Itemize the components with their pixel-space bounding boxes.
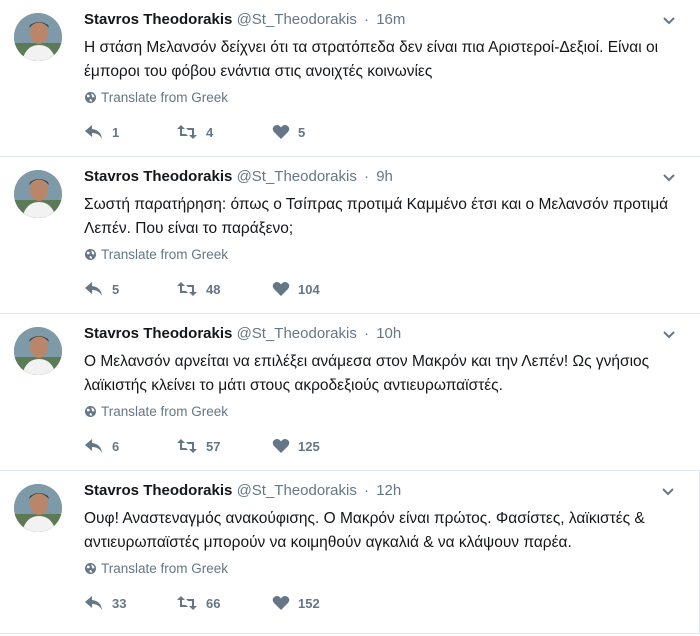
heart-icon bbox=[272, 282, 290, 296]
reply-button[interactable]: 6 bbox=[84, 438, 119, 454]
retweet-icon bbox=[177, 125, 197, 139]
chevron-down-icon[interactable] bbox=[661, 485, 675, 499]
retweet-button[interactable]: 66 bbox=[176, 595, 220, 611]
like-button[interactable]: 104 bbox=[272, 281, 320, 297]
tweet-time[interactable]: 10h bbox=[376, 325, 401, 342]
reply-count: 1 bbox=[112, 124, 120, 140]
separator-dot: · bbox=[364, 325, 370, 342]
tweet-header: Stavros Theodorakis @St_Theodorakis · 10… bbox=[84, 325, 401, 342]
like-count: 152 bbox=[298, 595, 320, 611]
retweet-button[interactable]: 4 bbox=[176, 124, 213, 140]
tweet[interactable]: Stavros Theodorakis @St_Theodorakis · 10… bbox=[0, 314, 700, 471]
separator-dot: · bbox=[364, 168, 370, 185]
reply-count: 5 bbox=[112, 281, 120, 297]
retweet-count: 57 bbox=[206, 438, 221, 454]
heart-icon bbox=[272, 125, 290, 139]
retweet-icon bbox=[177, 596, 197, 610]
reply-count: 33 bbox=[112, 595, 127, 611]
globe-icon bbox=[85, 406, 96, 417]
reply-icon bbox=[85, 125, 102, 139]
heart-icon bbox=[272, 596, 290, 610]
reply-icon bbox=[85, 282, 102, 296]
tweet-text: Ουφ! Αναστεναγμός ανακούφισης. Ο Μακρόν … bbox=[84, 510, 645, 551]
heart-icon bbox=[272, 439, 290, 453]
retweet-count: 66 bbox=[206, 595, 221, 611]
tweet-header: Stavros Theodorakis @St_Theodorakis · 9h bbox=[84, 168, 393, 185]
tweet[interactable]: Stavros Theodorakis @St_Theodorakis · 16… bbox=[0, 0, 700, 157]
translate-link[interactable]: Translate from Greek bbox=[84, 561, 228, 576]
retweet-button[interactable]: 48 bbox=[176, 281, 220, 297]
reply-icon bbox=[85, 596, 102, 610]
retweet-count: 4 bbox=[206, 124, 214, 140]
translate-label[interactable]: Translate from Greek bbox=[101, 247, 228, 262]
author-handle[interactable]: @St_Theodorakis bbox=[237, 482, 357, 499]
retweet-icon bbox=[177, 439, 197, 453]
tweet-text: Η στάση Μελανσόν δείχνει ότι τα στρατόπε… bbox=[84, 39, 659, 80]
author-name[interactable]: Stavros Theodorakis bbox=[84, 11, 232, 28]
reply-button[interactable]: 33 bbox=[84, 595, 126, 611]
reply-button[interactable]: 1 bbox=[84, 124, 119, 140]
retweet-button[interactable]: 57 bbox=[176, 438, 220, 454]
tweet-time[interactable]: 9h bbox=[376, 168, 393, 185]
author-handle[interactable]: @St_Theodorakis bbox=[237, 168, 357, 185]
chevron-down-icon[interactable] bbox=[662, 14, 676, 28]
tweet-time[interactable]: 16m bbox=[376, 11, 405, 28]
chevron-down-icon[interactable] bbox=[662, 328, 676, 342]
tweet-text: Ο Μελανσόν αρνείται να επιλέξει ανάμεσα … bbox=[84, 353, 650, 394]
translate-label[interactable]: Translate from Greek bbox=[101, 561, 228, 576]
translate-label[interactable]: Translate from Greek bbox=[101, 404, 228, 419]
avatar[interactable] bbox=[14, 170, 62, 218]
author-name[interactable]: Stavros Theodorakis bbox=[84, 325, 232, 342]
globe-icon bbox=[85, 249, 96, 260]
separator-dot: · bbox=[364, 482, 370, 499]
avatar[interactable] bbox=[14, 484, 62, 532]
like-count: 5 bbox=[298, 124, 306, 140]
translate-link[interactable]: Translate from Greek bbox=[84, 404, 228, 419]
reply-count: 6 bbox=[112, 438, 120, 454]
translate-link[interactable]: Translate from Greek bbox=[84, 90, 228, 105]
author-name[interactable]: Stavros Theodorakis bbox=[84, 168, 232, 185]
retweet-icon bbox=[177, 282, 197, 296]
tweet-timeline: Stavros Theodorakis @St_Theodorakis · 16… bbox=[0, 0, 700, 636]
translate-link[interactable]: Translate from Greek bbox=[84, 247, 228, 262]
tweet[interactable]: Stavros Theodorakis @St_Theodorakis · 12… bbox=[0, 471, 700, 634]
separator-dot: · bbox=[364, 11, 370, 28]
reply-icon bbox=[85, 439, 102, 453]
reply-button[interactable]: 5 bbox=[84, 281, 119, 297]
avatar[interactable] bbox=[14, 327, 62, 375]
like-button[interactable]: 152 bbox=[272, 595, 320, 611]
globe-icon bbox=[85, 92, 96, 103]
like-button[interactable]: 125 bbox=[272, 438, 320, 454]
tweet[interactable]: Stavros Theodorakis @St_Theodorakis · 9h… bbox=[0, 157, 700, 314]
like-button[interactable]: 5 bbox=[272, 124, 305, 140]
like-count: 104 bbox=[298, 281, 320, 297]
author-name[interactable]: Stavros Theodorakis bbox=[84, 482, 232, 499]
author-handle[interactable]: @St_Theodorakis bbox=[237, 325, 357, 342]
like-count: 125 bbox=[298, 438, 320, 454]
tweet-header: Stavros Theodorakis @St_Theodorakis · 12… bbox=[84, 482, 401, 499]
globe-icon bbox=[85, 563, 96, 574]
author-handle[interactable]: @St_Theodorakis bbox=[237, 11, 357, 28]
translate-label[interactable]: Translate from Greek bbox=[101, 90, 228, 105]
chevron-down-icon[interactable] bbox=[662, 171, 676, 185]
avatar[interactable] bbox=[14, 13, 62, 61]
tweet-time[interactable]: 12h bbox=[376, 482, 401, 499]
retweet-count: 48 bbox=[206, 281, 221, 297]
tweet-header: Stavros Theodorakis @St_Theodorakis · 16… bbox=[84, 11, 405, 28]
tweet-text: Σωστή παρατήρηση: όπως ο Τσίπρας προτιμά… bbox=[84, 196, 669, 237]
